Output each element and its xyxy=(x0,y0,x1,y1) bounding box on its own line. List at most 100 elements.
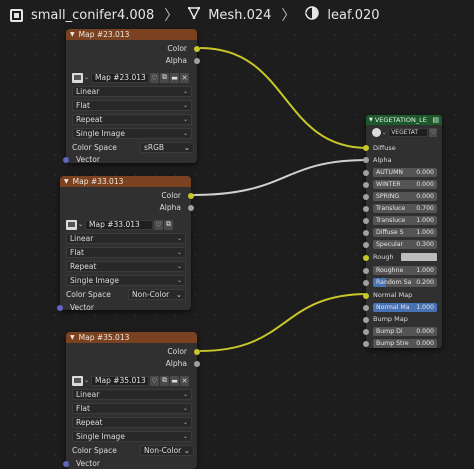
winter-field[interactable]: WINTER 0.000 xyxy=(373,180,437,189)
chevron-down-icon[interactable]: ⌄ xyxy=(78,221,83,228)
image-icon[interactable] xyxy=(66,219,77,230)
duplicate-icon[interactable]: ⧉ xyxy=(160,72,170,83)
output-alpha-socket[interactable] xyxy=(194,361,200,367)
source-dropdown[interactable]: Single Image ⌄ xyxy=(66,275,186,286)
image-texture-node[interactable]: ▼ Map #35.013 Color Alpha ⌄ Map #35.013 ♡… xyxy=(63,332,200,469)
normal-strength-slider[interactable]: Normal Ma 1.000 xyxy=(373,303,437,312)
interpolation-dropdown[interactable]: Linear ⌄ xyxy=(72,86,192,97)
input-roughness-socket[interactable] xyxy=(363,268,369,274)
translucency-2-field[interactable]: Transluce 1.000 xyxy=(373,216,437,225)
close-icon[interactable]: ✕ xyxy=(180,72,190,83)
input-vector-socket[interactable] xyxy=(63,157,69,163)
color-space-dropdown[interactable]: sRGB ⌄ xyxy=(140,142,194,153)
field-label: SPRING xyxy=(376,193,400,200)
close-icon[interactable]: ✕ xyxy=(180,375,190,386)
input-spring-socket[interactable] xyxy=(363,194,369,200)
node-header[interactable]: ▼ Map #23.013 xyxy=(66,29,197,40)
input-alpha-socket[interactable] xyxy=(363,157,369,163)
bump-distance-field[interactable]: Bump Di 0.000 xyxy=(373,327,437,336)
image-icon[interactable] xyxy=(72,375,83,386)
random-slider[interactable]: Random Sa 0.200 xyxy=(373,278,437,287)
duplicate-icon[interactable]: ⧉ xyxy=(160,375,170,386)
input-normal-strength-socket[interactable] xyxy=(363,305,369,311)
input-autumn-socket[interactable] xyxy=(363,170,369,176)
input-vector-socket[interactable] xyxy=(57,305,63,311)
bump-strength-field[interactable]: Bump Stre 0.000 xyxy=(373,339,437,348)
input-diffuse-strength-socket[interactable] xyxy=(363,230,369,236)
interpolation-dropdown[interactable]: Linear ⌄ xyxy=(72,389,192,400)
roughness-field[interactable]: Roughne 1.000 xyxy=(373,266,437,275)
fake-user-icon[interactable]: ♡ xyxy=(150,72,160,83)
projection-dropdown[interactable]: Flat ⌄ xyxy=(66,247,186,258)
duplicate-icon[interactable]: ⧉ xyxy=(164,219,174,230)
source-dropdown[interactable]: Single Image ⌄ xyxy=(72,128,192,139)
input-winter-socket[interactable] xyxy=(363,182,369,188)
input-bump-map-socket[interactable] xyxy=(363,317,369,323)
extension-dropdown[interactable]: Repeat ⌄ xyxy=(72,114,192,125)
field-value: 1.000 xyxy=(416,217,434,224)
image-name-field[interactable]: Map #35.013 xyxy=(91,375,150,386)
collapse-icon[interactable]: ▼ xyxy=(70,31,75,38)
collapse-icon[interactable]: ▼ xyxy=(70,334,75,341)
color-space-dropdown[interactable]: Non-Color ⌄ xyxy=(128,289,186,300)
fake-user-icon[interactable]: ♡ xyxy=(150,375,160,386)
image-name-field[interactable]: Map #23.013 xyxy=(91,72,150,83)
input-rough-socket[interactable] xyxy=(363,255,369,261)
input-translucency-socket[interactable] xyxy=(363,206,369,212)
output-alpha-socket[interactable] xyxy=(194,58,200,64)
spring-field[interactable]: SPRING 0.000 xyxy=(373,192,437,201)
image-name-field[interactable]: Map #33.013 xyxy=(85,219,154,230)
dropdown-value: Flat xyxy=(76,404,90,413)
node-header[interactable]: ▼ Map #33.013 xyxy=(60,176,191,187)
folder-icon[interactable]: ▬ xyxy=(170,72,180,83)
node-header[interactable]: ▼ Map #35.013 xyxy=(66,332,197,343)
input-normal-map-socket[interactable] xyxy=(363,293,369,299)
source-dropdown[interactable]: Single Image ⌄ xyxy=(72,431,192,442)
input-diffuse-socket[interactable] xyxy=(363,145,369,151)
folder-icon[interactable]: ▬ xyxy=(170,375,180,386)
rough-color-swatch[interactable] xyxy=(401,253,437,261)
autumn-field[interactable]: AUTUMN 0.000 xyxy=(373,168,437,177)
projection-dropdown[interactable]: Flat ⌄ xyxy=(72,100,192,111)
input-random-socket[interactable] xyxy=(363,280,369,286)
input-bump-distance-socket[interactable] xyxy=(363,329,369,335)
image-icon[interactable] xyxy=(72,72,83,83)
node-header[interactable]: ▼ VEGETATION_LE ▤ xyxy=(366,115,442,125)
input-vector-socket[interactable] xyxy=(63,461,69,467)
extension-dropdown[interactable]: Repeat ⌄ xyxy=(72,417,192,428)
translucency-field[interactable]: Transluce 0.700 xyxy=(373,204,437,213)
chevron-down-icon[interactable]: ⌄ xyxy=(84,74,89,81)
node-title: Map #35.013 xyxy=(78,333,130,342)
vegetation-group-node[interactable]: ▼ VEGETATION_LE ▤ ⌄ VEGETAT ♡ Diffuse Al… xyxy=(363,115,442,348)
output-color-socket[interactable] xyxy=(194,46,200,52)
collapse-icon[interactable]: ▼ xyxy=(369,117,373,123)
color-space-dropdown[interactable]: Non-Color ⌄ xyxy=(140,445,194,456)
diffuse-strength-field[interactable]: Diffuse S 1.000 xyxy=(373,228,437,237)
specular-field[interactable]: Specular 0.300 xyxy=(373,240,437,249)
interpolation-dropdown[interactable]: Linear ⌄ xyxy=(66,233,186,244)
collapse-icon[interactable]: ▼ xyxy=(64,178,69,185)
node-tree-icon[interactable] xyxy=(372,128,381,137)
field-value: 0.300 xyxy=(416,241,434,248)
fake-user-icon[interactable]: ♡ xyxy=(429,128,438,137)
projection-dropdown[interactable]: Flat ⌄ xyxy=(72,403,192,414)
input-diffuse-label: Diffuse xyxy=(373,144,396,152)
fake-user-icon[interactable]: ♡ xyxy=(154,219,164,230)
group-name-field[interactable]: VEGETAT xyxy=(388,128,429,137)
input-translucency-2-socket[interactable] xyxy=(363,218,369,224)
chevron-down-icon[interactable]: ⌄ xyxy=(382,130,386,136)
output-color-label: Color xyxy=(161,191,181,200)
image-texture-node[interactable]: ▼ Map #23.013 Color Alpha ⌄ Map #23.013 ♡… xyxy=(63,29,200,164)
output-color-socket[interactable] xyxy=(188,193,194,199)
input-bump-strength-socket[interactable] xyxy=(363,341,369,347)
dropdown-value: Flat xyxy=(70,248,84,257)
chevron-down-icon: ⌄ xyxy=(182,88,188,95)
extension-dropdown[interactable]: Repeat ⌄ xyxy=(66,261,186,272)
image-texture-node[interactable]: ▼ Map #33.013 Color Alpha ⌄ Map #33.013 ♡… xyxy=(57,176,194,312)
chevron-down-icon[interactable]: ⌄ xyxy=(84,377,89,384)
output-alpha-socket[interactable] xyxy=(188,205,194,211)
field-label: Specular xyxy=(376,241,404,248)
dropdown-value: Repeat xyxy=(70,262,97,271)
output-color-socket[interactable] xyxy=(194,349,200,355)
input-specular-socket[interactable] xyxy=(363,242,369,248)
